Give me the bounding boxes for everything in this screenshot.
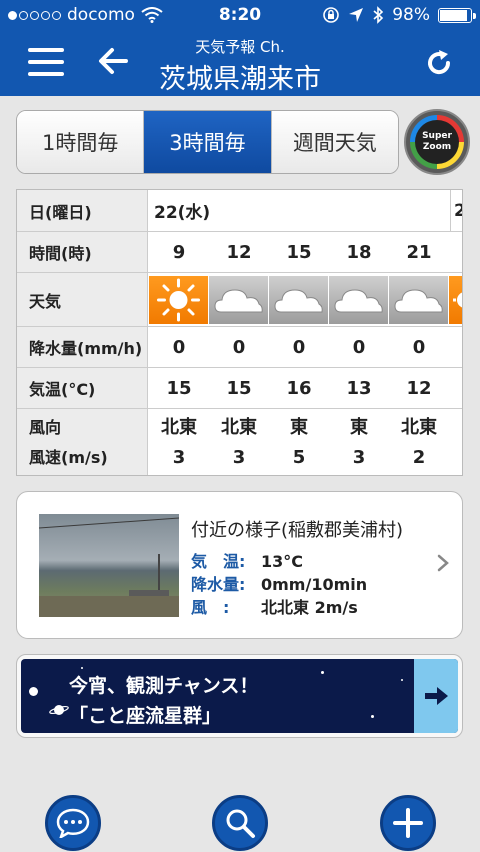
temp-row-label: 気温(°C) bbox=[17, 368, 148, 408]
temp-cell: 16 bbox=[286, 377, 312, 399]
sunny-icon bbox=[149, 276, 208, 324]
tab-3-hour[interactable]: 3時間毎 bbox=[144, 111, 272, 173]
hour-cell: 21 bbox=[406, 241, 432, 263]
plus-icon bbox=[393, 808, 423, 838]
super-zoom-label-2: Zoom bbox=[422, 142, 452, 152]
wind-row: 風向 風速(m/s) 北東 3 北東 3 東 5 東 3 北東 2 bbox=[17, 409, 462, 475]
temp-cell: 15 bbox=[166, 377, 192, 399]
search-icon bbox=[226, 809, 255, 838]
tab-1-hour[interactable]: 1時間毎 bbox=[17, 111, 145, 173]
date-cell: 22(水) bbox=[154, 203, 211, 223]
hour-row: 時間(時) 9 12 15 18 21 bbox=[17, 232, 462, 273]
location-arrow-icon bbox=[349, 8, 364, 22]
temp-cell: 12 bbox=[406, 377, 432, 399]
observation-wind: 風 : 北北東 2m/s bbox=[191, 594, 358, 618]
precip-cell: 0 bbox=[412, 336, 426, 358]
rotation-lock-icon bbox=[323, 7, 340, 23]
observation-temp-label: 気 温: bbox=[191, 552, 246, 571]
nav-bar: 天気予報 Ch. 茨城県潮来市 bbox=[0, 30, 480, 96]
wind-cell: 北東 2 bbox=[389, 409, 449, 475]
observation-precip-value: 0mm/10min bbox=[261, 575, 368, 594]
observation-temp-value: 13°C bbox=[261, 552, 304, 571]
cloudy-icon bbox=[329, 276, 388, 324]
chevron-right-icon bbox=[437, 554, 449, 572]
observation-temp: 気 温: 13°C bbox=[191, 548, 303, 572]
super-zoom-label-1: Super bbox=[422, 131, 452, 141]
meteor-shower-banner[interactable]: 今宵、観測チャンス！ 「こと座流星群」 bbox=[16, 654, 463, 738]
wind-dir: 北東 bbox=[401, 417, 437, 438]
hour-row-label: 時間(時) bbox=[17, 232, 148, 272]
page-title: 茨城県潮来市 bbox=[159, 64, 321, 95]
observation-precip: 降水量: 0mm/10min bbox=[191, 571, 367, 595]
hour-cell: 18 bbox=[346, 241, 372, 263]
precip-row-label: 降水量(mm/h) bbox=[17, 327, 148, 367]
nearby-observation-card[interactable]: 付近の様子(稲敷郡美浦村) 気 温: 13°C 降水量: 0mm/10min 風 :… bbox=[16, 491, 463, 639]
hour-cell: 15 bbox=[286, 241, 312, 263]
banner-line-1: 今宵、観測チャンス！ bbox=[69, 675, 259, 697]
star-decoration bbox=[81, 667, 83, 669]
star-decoration bbox=[29, 687, 38, 696]
wind-speed: 2 bbox=[412, 447, 426, 468]
precip-cell: 0 bbox=[172, 336, 186, 358]
chat-icon bbox=[56, 808, 90, 838]
forecast-table[interactable]: 日(曜日) 22(水) 23 時間(時) 9 12 15 18 21 天気 bbox=[16, 189, 463, 476]
precip-row: 降水量(mm/h) 0 0 0 0 0 bbox=[17, 327, 462, 368]
weather-row: 天気 bbox=[17, 273, 462, 327]
wind-speed: 3 bbox=[232, 447, 246, 468]
wind-cell: 東 3 bbox=[329, 409, 389, 475]
wind-dir: 北東 bbox=[221, 417, 257, 438]
wind-speed-label: 風速(m/s) bbox=[29, 448, 108, 467]
wind-speed: 3 bbox=[172, 447, 186, 468]
wind-dir-label: 風向 bbox=[29, 418, 62, 437]
hour-cell: 9 bbox=[172, 241, 186, 263]
nav-subtitle: 天気予報 Ch. bbox=[195, 38, 285, 56]
arrow-right-icon bbox=[425, 687, 448, 705]
banner-arrow-button[interactable] bbox=[414, 659, 458, 733]
live-camera-photo bbox=[38, 514, 180, 617]
star-decoration bbox=[321, 671, 324, 674]
cloudy-icon bbox=[269, 276, 328, 324]
observation-wind-label: 風 : bbox=[191, 598, 230, 617]
date-row-label: 日(曜日) bbox=[17, 190, 148, 231]
precip-cell: 0 bbox=[352, 336, 366, 358]
observation-wind-value: 北北東 2m/s bbox=[261, 598, 358, 617]
wind-speed: 5 bbox=[292, 447, 306, 468]
temp-cell: 15 bbox=[226, 377, 252, 399]
star-decoration bbox=[371, 715, 374, 718]
precip-cell: 0 bbox=[292, 336, 306, 358]
temp-row: 気温(°C) 15 15 16 13 12 bbox=[17, 368, 462, 409]
wind-speed: 3 bbox=[352, 447, 366, 468]
wind-dir: 東 bbox=[290, 417, 308, 438]
reload-icon[interactable] bbox=[424, 48, 454, 78]
interval-tabs: 1時間毎 3時間毎 週間天気 bbox=[16, 110, 399, 174]
temp-cell: 13 bbox=[346, 377, 372, 399]
star-decoration bbox=[401, 679, 403, 681]
date-row: 日(曜日) 22(水) 23 bbox=[17, 190, 462, 232]
super-zoom-button[interactable]: Super Zoom bbox=[404, 109, 470, 175]
wind-cell: 北東 3 bbox=[149, 409, 209, 475]
hour-cell: 12 bbox=[226, 241, 252, 263]
battery-percent: 98% bbox=[392, 5, 430, 25]
cloudy-icon bbox=[209, 276, 268, 324]
search-button[interactable] bbox=[212, 795, 268, 851]
next-date-cell: 23 bbox=[450, 190, 462, 231]
observation-title: 付近の様子(稲敷郡美浦村) bbox=[191, 520, 404, 541]
wind-cell: 北東 3 bbox=[209, 409, 269, 475]
observation-precip-label: 降水量: bbox=[191, 575, 246, 594]
sunny-icon bbox=[449, 276, 462, 324]
planet-icon bbox=[49, 705, 69, 715]
banner-line-2: 「こと座流星群」 bbox=[69, 705, 222, 727]
bluetooth-icon bbox=[373, 6, 384, 24]
add-button[interactable] bbox=[380, 795, 436, 851]
wind-dir: 北東 bbox=[161, 417, 197, 438]
weather-row-label: 天気 bbox=[17, 273, 148, 326]
tab-weekly[interactable]: 週間天気 bbox=[271, 111, 398, 173]
wind-dir: 東 bbox=[350, 417, 368, 438]
wind-cell: 東 5 bbox=[269, 409, 329, 475]
status-bar: docomo 8:20 98% bbox=[0, 0, 480, 30]
battery-icon bbox=[438, 7, 476, 23]
precip-cell: 0 bbox=[232, 336, 246, 358]
cloudy-icon bbox=[389, 276, 448, 324]
chat-button[interactable] bbox=[45, 795, 101, 851]
